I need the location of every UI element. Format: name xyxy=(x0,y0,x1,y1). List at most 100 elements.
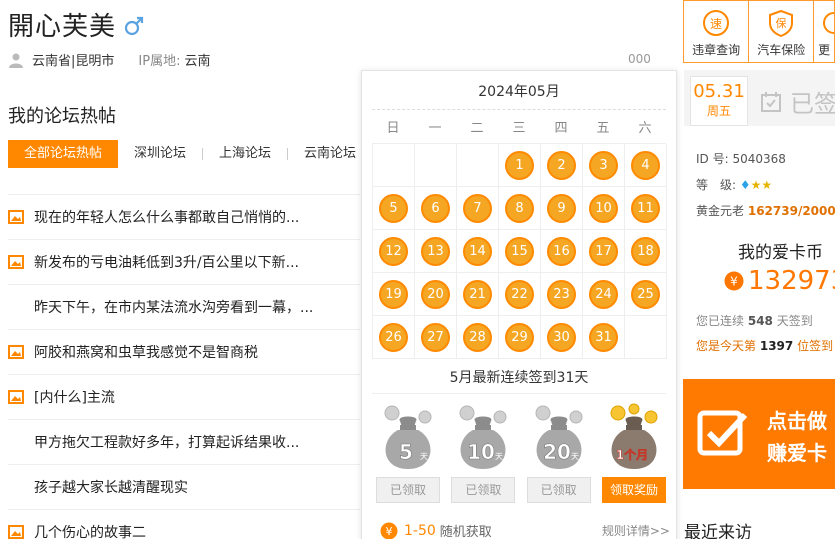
post-title[interactable]: 阿胶和燕窝和虫草我感觉不是智商税 xyxy=(34,342,258,362)
empty-cell xyxy=(625,316,667,359)
rank-number: 1397 xyxy=(759,339,794,353)
tab-yunnan-forum[interactable]: 云南论坛 xyxy=(288,140,372,168)
checked-day-badge: 26 xyxy=(379,323,408,352)
violation-query-button[interactable]: 速 违章查询 xyxy=(684,1,750,62)
streak-suffix: 天签到 xyxy=(776,314,813,328)
car-insurance-button[interactable]: 保 汽车保险 xyxy=(749,1,815,62)
day-cell[interactable]: 4 xyxy=(625,144,667,187)
claimed-button[interactable]: 已领取 xyxy=(376,477,440,503)
day-cell[interactable]: 13 xyxy=(415,230,457,273)
post-title[interactable]: [内什么]主流 xyxy=(34,387,115,407)
rules-link[interactable]: 规则详情>> xyxy=(602,522,670,539)
day-cell[interactable]: 21 xyxy=(457,273,499,316)
toolbar-label: 汽车保险 xyxy=(757,43,806,57)
day-cell[interactable]: 24 xyxy=(583,273,625,316)
signed-status-button[interactable]: 已签 xyxy=(760,84,835,119)
post-title[interactable]: 几个伤心的故事二 xyxy=(34,522,146,539)
day-cell[interactable]: 17 xyxy=(583,230,625,273)
post-item[interactable]: 现在的年轻人怎么什么事都敢自己悄悄的... xyxy=(8,194,360,239)
post-item[interactable]: 几个伤心的故事二 xyxy=(8,509,360,539)
claimed-button[interactable]: 已领取 xyxy=(451,477,516,503)
svg-text:¥: ¥ xyxy=(386,525,393,538)
star-icon: ★★ xyxy=(750,178,773,192)
money-bag-icon: 1个月 xyxy=(610,403,658,469)
weekday-label: 四 xyxy=(554,121,568,136)
day-cell[interactable]: 7 xyxy=(457,187,499,230)
calendar-footer: ¥ 1-50 随机获取 规则详情>> xyxy=(380,521,670,539)
ip-value: 云南 xyxy=(184,54,211,69)
day-cell[interactable]: 12 xyxy=(373,230,415,273)
empty-cell xyxy=(415,144,457,187)
weekday-label: 三 xyxy=(512,121,526,136)
day-cell[interactable]: 8 xyxy=(499,187,541,230)
checked-day-badge: 22 xyxy=(505,280,534,309)
day-cell[interactable]: 1 xyxy=(499,144,541,187)
post-item[interactable]: 孩子越大家长越清醒现实 xyxy=(8,464,360,509)
empty-cell xyxy=(373,144,415,187)
coins-amount: 132973 xyxy=(748,266,835,296)
post-title[interactable]: 甲方拖欠工程款好多年，打算起诉结果收... xyxy=(34,432,299,452)
post-title[interactable]: 昨天下午，在市内某法流水沟旁看到一幕，... xyxy=(34,297,313,317)
claimed-button[interactable]: 已领取 xyxy=(526,477,591,503)
recent-visitors-title: 最近来访 xyxy=(684,523,752,539)
checked-day-badge: 11 xyxy=(631,194,660,223)
checked-day-badge: 21 xyxy=(463,280,492,309)
post-item[interactable]: 新发布的亏电油耗低到3升/百公里以下新... xyxy=(8,239,360,284)
day-cell[interactable]: 5 xyxy=(373,187,415,230)
day-cell[interactable]: 25 xyxy=(625,273,667,316)
checked-day-badge: 29 xyxy=(505,323,534,352)
day-cell[interactable]: 19 xyxy=(373,273,415,316)
post-title[interactable]: 现在的年轻人怎么什么事都敢自己悄悄的... xyxy=(34,207,299,227)
weekday-label: 日 xyxy=(386,121,400,136)
user-info: ID 号: 5040368 等 级: ♦★★ 黄金元老 162739/20000 xyxy=(696,146,835,224)
day-cell[interactable]: 11 xyxy=(625,187,667,230)
checkin-panel: 05.31 周五 已签 xyxy=(684,70,835,126)
day-cell[interactable]: 29 xyxy=(499,316,541,359)
tab-all-forums[interactable]: 全部论坛热帖 xyxy=(8,140,119,168)
tab-shenzhen-forum[interactable]: 深圳论坛 xyxy=(118,140,202,168)
more-button[interactable]: 更 xyxy=(814,1,835,62)
insurance-icon: 保 xyxy=(769,9,794,37)
coins-title: 我的爱卡币 xyxy=(738,243,823,263)
claim-reward-button[interactable]: 领取奖励 xyxy=(601,477,666,503)
day-cell[interactable]: 2 xyxy=(541,144,583,187)
post-title[interactable]: 孩子越大家长越清醒现实 xyxy=(34,477,188,497)
tab-shanghai-forum[interactable]: 上海论坛 xyxy=(203,140,287,168)
day-cell[interactable]: 15 xyxy=(499,230,541,273)
day-cell[interactable]: 27 xyxy=(415,316,457,359)
day-cell[interactable]: 30 xyxy=(541,316,583,359)
day-cell[interactable]: 26 xyxy=(373,316,415,359)
earn-coins-banner[interactable]: 点击做 赚爱卡 xyxy=(683,379,835,489)
weekday-label: 六 xyxy=(638,121,652,136)
day-cell[interactable]: 28 xyxy=(457,316,499,359)
user-id-label: ID 号: xyxy=(696,152,729,166)
reward-amount: 1个月 xyxy=(616,447,648,462)
checkin-weekday: 周五 xyxy=(706,104,731,118)
money-bag-icon: 20 天 xyxy=(535,405,583,469)
day-cell[interactable]: 22 xyxy=(499,273,541,316)
checked-day-badge: 17 xyxy=(589,237,618,266)
toolbar-label: 违章查询 xyxy=(692,43,741,57)
day-cell[interactable]: 9 xyxy=(541,187,583,230)
more-icon xyxy=(823,12,835,34)
post-title[interactable]: 新发布的亏电油耗低到3升/百公里以下新... xyxy=(34,252,299,272)
day-cell[interactable]: 10 xyxy=(583,187,625,230)
post-item[interactable]: 甲方拖欠工程款好多年，打算起诉结果收... xyxy=(8,419,360,464)
gold-label: 黄金元老 xyxy=(696,204,745,218)
checked-day-badge: 30 xyxy=(547,323,576,352)
day-cell[interactable]: 6 xyxy=(415,187,457,230)
day-cell[interactable]: 16 xyxy=(541,230,583,273)
money-bag-icon: 5天 xyxy=(384,405,432,469)
checked-day-badge: 12 xyxy=(379,237,408,266)
post-item[interactable]: [内什么]主流 xyxy=(8,374,360,419)
post-item[interactable]: 昨天下午，在市内某法流水沟旁看到一幕，... xyxy=(8,284,360,329)
profile-meta: 云南省|昆明市 IP属地: 云南 xyxy=(8,50,210,69)
day-cell[interactable]: 31 xyxy=(583,316,625,359)
post-item[interactable]: 阿胶和燕窝和虫草我感觉不是智商税 xyxy=(8,329,360,374)
day-cell[interactable]: 14 xyxy=(457,230,499,273)
day-cell[interactable]: 18 xyxy=(625,230,667,273)
day-cell[interactable]: 20 xyxy=(415,273,457,316)
day-cell[interactable]: 23 xyxy=(541,273,583,316)
checked-day-badge: 19 xyxy=(379,280,408,309)
day-cell[interactable]: 3 xyxy=(583,144,625,187)
